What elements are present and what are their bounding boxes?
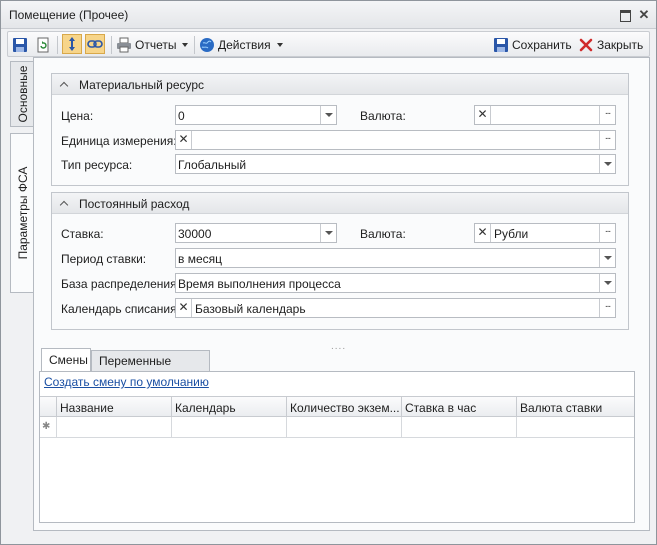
ellipsis-button[interactable]: ... [599,299,615,317]
column-header-hourly-rate[interactable]: Ставка в час [402,396,517,417]
tab-variables[interactable]: Переменные [91,350,210,371]
calendar-value: Базовый календарь [195,302,306,316]
maximize-icon[interactable] [619,9,631,22]
column-header-quantity[interactable]: Количество экзем... [287,396,402,417]
new-row-cell[interactable] [287,417,402,438]
shifts-grid: Название Календарь Количество экзем... С… [40,396,634,440]
material-resource-title: Материальный ресурс [79,78,205,92]
save-label: Сохранить [512,38,572,52]
fixed-cost-title: Постоянный расход [79,197,190,211]
reports-menu[interactable]: Отчеты [116,35,189,55]
close-red-icon [578,37,594,53]
tab-fsa-params[interactable]: Параметры ФСА [10,133,35,293]
base-value: Время выполнения процесса [178,277,341,291]
fixed-cost-header[interactable]: Постоянный расход [52,193,628,214]
refresh-button[interactable] [35,35,54,55]
create-default-shift-link[interactable]: Создать смену по умолчанию [44,375,209,389]
floppy-disk-icon [12,37,28,53]
price-value: 0 [178,109,185,123]
period-value: в месяц [178,252,223,266]
new-row-icon: ✱ [42,421,51,432]
globe-icon [199,37,215,53]
rate-field[interactable]: 30000 [175,223,337,243]
clear-icon[interactable]: ✕ [176,299,192,317]
title-bar: Помещение (Прочее) ✕ [1,1,656,29]
tab-fsa-params-label: Параметры ФСА [16,166,30,260]
period-label: Период ставки: [61,252,147,266]
column-header-calendar[interactable]: Календарь [172,396,287,417]
fixed-currency-field[interactable]: ✕ Рубли ... [474,223,616,243]
link-icon [87,36,103,52]
price-label: Цена: [61,109,94,123]
rate-label: Ставка: [61,227,104,241]
shifts-panel: Создать смену по умолчанию Название Кале… [39,371,635,523]
chevron-up-icon [60,80,68,88]
material-resource-header[interactable]: Материальный ресурс [52,74,628,95]
price-field[interactable]: 0 [175,105,337,125]
close-button[interactable]: Закрыть [578,35,643,55]
splitter-handle[interactable]: .... [331,341,346,352]
calendar-label: Календарь списания: [61,302,180,316]
unit-label: Единица измерения: [61,134,177,148]
clear-icon[interactable]: ✕ [475,224,491,242]
tab-shifts-label: Смены [49,353,88,367]
reports-label: Отчеты [135,38,177,52]
ellipsis-button[interactable]: ... [599,224,615,242]
window: Помещение (Прочее) ✕ Отчеты Действия Сох… [0,0,657,545]
tab-shifts[interactable]: Смены [41,348,91,372]
column-header-name[interactable]: Название [57,396,172,417]
unit-field[interactable]: ✕ ... [175,130,616,150]
base-label: База распределения: [61,277,180,291]
fixed-currency-value: Рубли [494,227,529,241]
resource-type-value: Глобальный [178,158,247,172]
tab-main[interactable]: Основные [10,61,34,127]
resource-type-label: Тип ресурса: [61,158,133,172]
save-quick-button[interactable] [12,35,31,55]
chevron-down-icon [182,43,189,47]
close-label: Закрыть [597,38,644,52]
fixed-currency-label: Валюта: [360,227,406,241]
tab-variables-label: Переменные [99,354,172,368]
link-button[interactable] [85,34,105,54]
window-title: Помещение (Прочее) [9,8,129,22]
tab-main-label: Основные [15,65,30,123]
new-row-cell[interactable] [57,417,172,438]
dropdown-button[interactable] [599,249,615,267]
calendar-field[interactable]: ✕ Базовый календарь ... [175,298,616,318]
printer-icon [116,37,132,53]
expand-collapse-button[interactable] [62,34,82,54]
base-select[interactable]: Время выполнения процесса [175,273,616,293]
save-button[interactable]: Сохранить [493,35,572,55]
actions-label: Действия [218,38,271,52]
column-header-rate-currency[interactable]: Валюта ставки [517,396,634,417]
chevron-up-icon [60,199,68,207]
ellipsis-button[interactable]: ... [599,106,615,124]
ellipsis-button[interactable]: ... [599,131,615,149]
dropdown-button[interactable] [320,106,336,124]
close-icon[interactable]: ✕ [638,8,650,21]
actions-menu[interactable]: Действия [199,35,283,55]
floppy-disk-icon [493,37,509,53]
chevron-down-icon [276,43,283,47]
new-row-cell[interactable] [517,417,634,438]
row-indicator-header [40,396,57,417]
resource-type-select[interactable]: Глобальный [175,154,616,174]
currency-label: Валюта: [360,109,406,123]
rate-value: 30000 [178,227,212,241]
clear-icon[interactable]: ✕ [475,106,491,124]
dropdown-button[interactable] [320,224,336,242]
refresh-document-icon [35,37,51,53]
period-select[interactable]: в месяц [175,248,616,268]
currency-field[interactable]: ✕ ... [474,105,616,125]
expand-arrows-icon [64,36,80,52]
dropdown-button[interactable] [599,155,615,173]
toolbar: Отчеты Действия Сохранить Закрыть [7,31,650,57]
new-row-cell[interactable] [172,417,287,438]
dropdown-button[interactable] [599,274,615,292]
new-row-cell[interactable] [402,417,517,438]
clear-icon[interactable]: ✕ [176,131,192,149]
